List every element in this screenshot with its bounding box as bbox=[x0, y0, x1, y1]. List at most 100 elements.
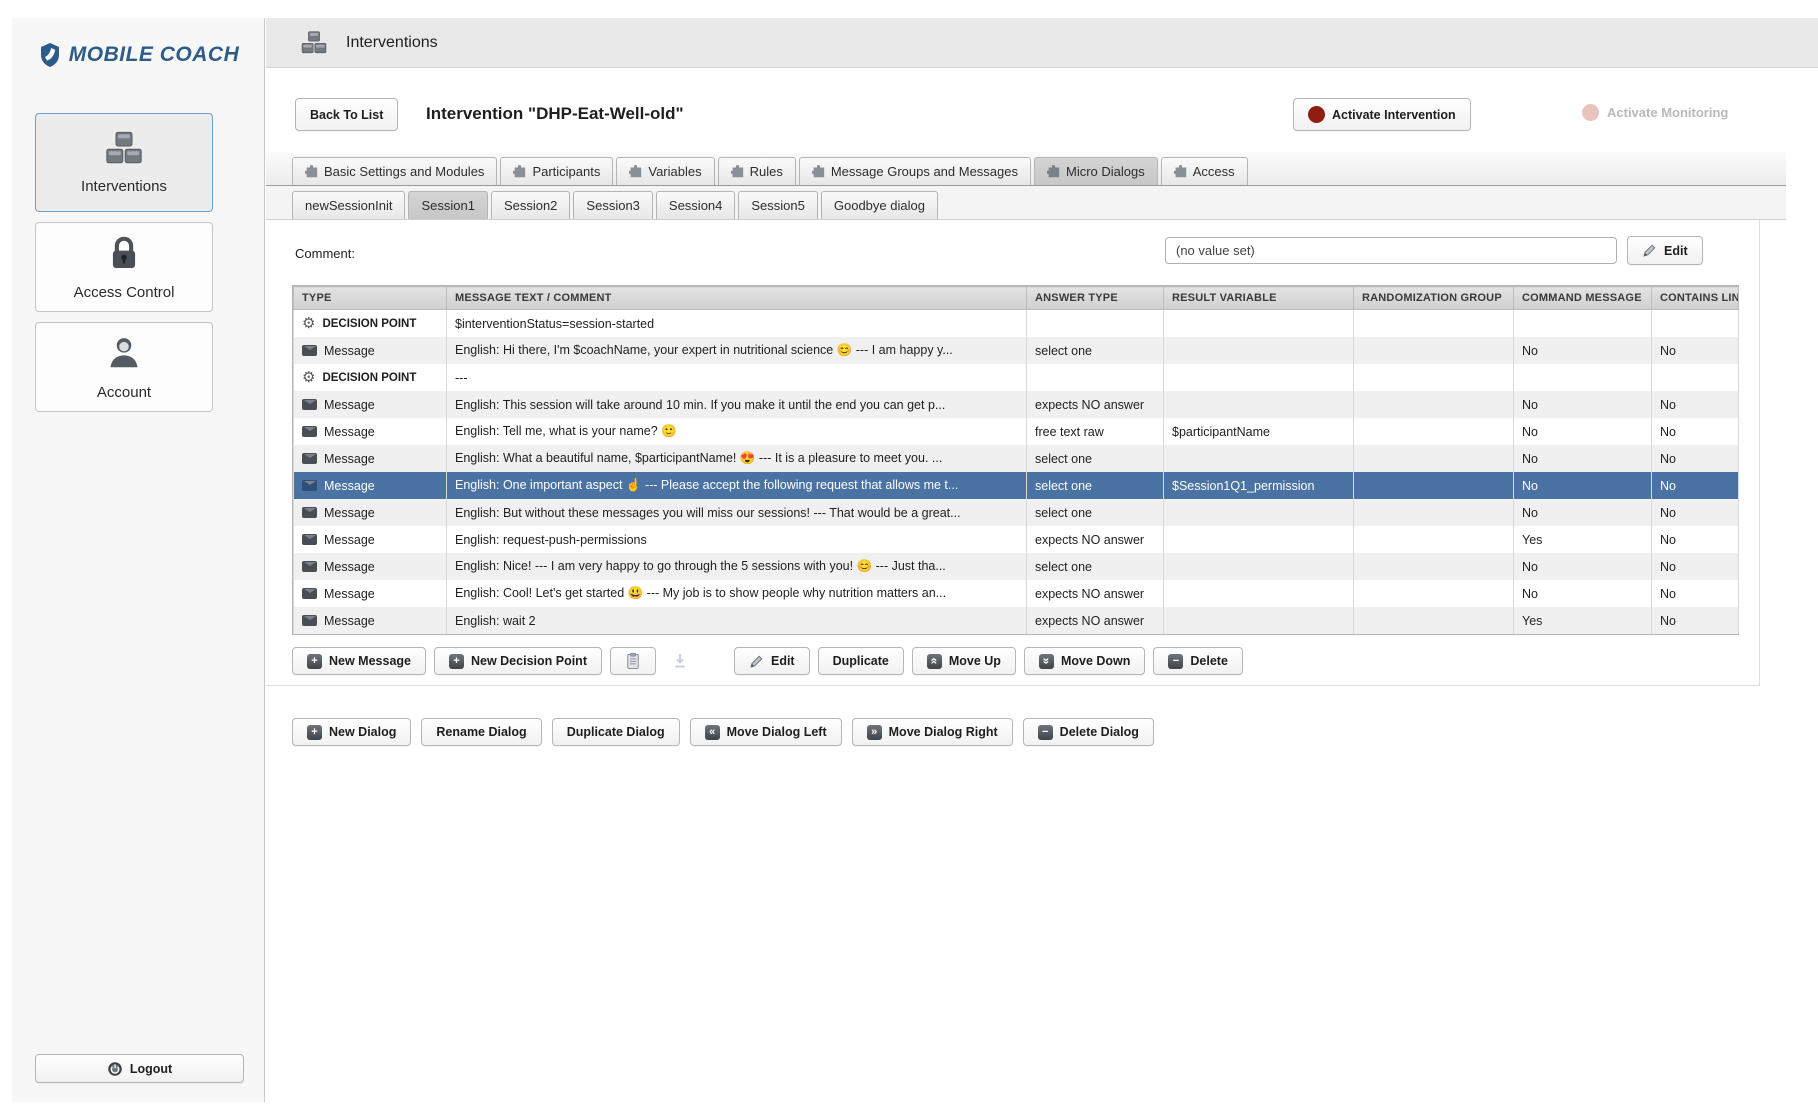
gear-icon: ⚙ bbox=[302, 369, 316, 386]
tab-message-groups-and-messages[interactable]: Message Groups and Messages bbox=[798, 157, 1031, 185]
puzzle-icon bbox=[629, 165, 642, 178]
minus-icon: − bbox=[1037, 724, 1053, 740]
envelope-icon bbox=[302, 453, 317, 464]
new-dialog-button[interactable]: + New Dialog bbox=[292, 718, 412, 746]
plus-icon: + bbox=[307, 653, 322, 669]
tab-rules[interactable]: Rules bbox=[717, 157, 796, 185]
delete-dialog-button[interactable]: − Delete Dialog bbox=[1022, 718, 1154, 746]
table-row[interactable]: ⚙ DECISION POINT --- bbox=[293, 364, 1739, 391]
table-row[interactable]: Message English: Hi there, I'm $coachNam… bbox=[293, 337, 1739, 364]
envelope-icon bbox=[302, 561, 317, 572]
comment-value-field: (no value set) bbox=[1165, 237, 1617, 264]
duplicate-dialog-button[interactable]: Duplicate Dialog bbox=[551, 718, 680, 746]
gear-icon: ⚙ bbox=[302, 315, 316, 332]
activate-intervention-button[interactable]: Activate Intervention bbox=[1293, 98, 1471, 131]
envelope-icon bbox=[302, 615, 317, 626]
comment-label: Comment: bbox=[295, 246, 355, 261]
session-tab-session3[interactable]: Session3 bbox=[573, 191, 653, 219]
back-to-list-button[interactable]: Back To List bbox=[295, 98, 399, 131]
sidebar-item-label: Access Control bbox=[73, 283, 175, 301]
table-row-selected[interactable]: Message English: One important aspect ☝ … bbox=[293, 472, 1739, 499]
main-area: Interventions Back To List Intervention … bbox=[266, 18, 1818, 1102]
lock-icon bbox=[112, 236, 136, 268]
puzzle-icon bbox=[305, 165, 318, 178]
tab-participants[interactable]: Participants bbox=[500, 157, 614, 185]
new-decision-point-button[interactable]: + New Decision Point bbox=[433, 647, 602, 675]
session-tab-session4[interactable]: Session4 bbox=[655, 191, 736, 219]
table-row[interactable]: Message English: Nice! --- I am very hap… bbox=[293, 553, 1739, 580]
move-up-button[interactable]: « Move Up bbox=[911, 647, 1016, 675]
envelope-icon bbox=[302, 507, 317, 518]
delete-button[interactable]: − Delete bbox=[1153, 647, 1243, 675]
tab-access[interactable]: Access bbox=[1160, 157, 1248, 185]
tab-micro-dialogs[interactable]: Micro Dialogs bbox=[1034, 157, 1158, 185]
app-logo: MOBILE COACH bbox=[12, 42, 264, 68]
table-row[interactable]: Message English: request-push-permission… bbox=[293, 526, 1739, 553]
blocks-icon bbox=[301, 31, 327, 54]
move-down-button[interactable]: » Move Down bbox=[1023, 647, 1146, 675]
sidebar-item-label: Interventions bbox=[81, 178, 167, 195]
col-contains: CONTAINS LINK bbox=[1651, 286, 1739, 310]
session-tab-session1[interactable]: Session1 bbox=[408, 191, 488, 219]
table-row[interactable]: Message English: What a beautiful name, … bbox=[293, 445, 1739, 472]
chevron-down-icon: » bbox=[1038, 653, 1054, 669]
pencil-icon bbox=[1643, 244, 1656, 257]
activate-monitoring-button: Activate Monitoring bbox=[1582, 104, 1728, 121]
envelope-icon bbox=[302, 399, 317, 410]
puzzle-icon bbox=[1047, 165, 1060, 178]
status-dot-icon bbox=[1582, 104, 1599, 121]
table-row[interactable]: Message English: But without these messa… bbox=[293, 499, 1739, 526]
tab-basic-settings-and-modules[interactable]: Basic Settings and Modules bbox=[292, 157, 498, 185]
mobile-coach-logo-icon bbox=[40, 43, 59, 67]
session-tab-session5[interactable]: Session5 bbox=[738, 191, 818, 219]
sidebar-item-account[interactable]: Account bbox=[35, 322, 213, 412]
move-dialog-right-button[interactable]: » Move Dialog Right bbox=[851, 718, 1013, 746]
main-tab-bar: Basic Settings and Modules Participants … bbox=[266, 152, 1786, 186]
minus-icon: − bbox=[1168, 653, 1184, 669]
table-row[interactable]: Message English: This session will take … bbox=[293, 391, 1739, 418]
dialog-toolbar: + New Dialog Rename Dialog Duplicate Dia… bbox=[292, 718, 1154, 746]
new-message-button[interactable]: + New Message bbox=[292, 647, 426, 675]
blocks-icon bbox=[106, 131, 142, 164]
rename-dialog-button[interactable]: Rename Dialog bbox=[421, 718, 542, 746]
session-tab-bar: newSessionInit Session1 Session2 Session… bbox=[266, 186, 1786, 220]
plus-icon: + bbox=[448, 653, 464, 669]
puzzle-icon bbox=[1173, 165, 1186, 178]
sidebar: MOBILE COACH Interventions Access Contro… bbox=[12, 18, 265, 1102]
page-title: Interventions bbox=[346, 33, 438, 51]
puzzle-icon bbox=[811, 165, 825, 178]
col-type: TYPE bbox=[293, 286, 447, 310]
app-logo-text: MOBILE COACH bbox=[68, 43, 240, 66]
table-row[interactable]: ⚙ DECISION POINT $interventionStatus=sess… bbox=[293, 309, 1739, 337]
col-answer-type: ANSWER TYPE bbox=[1026, 286, 1164, 310]
table-row[interactable]: Message English: wait 2 expects NO answe… bbox=[293, 607, 1739, 634]
session-tab-session2[interactable]: Session2 bbox=[490, 191, 571, 219]
comment-edit-button[interactable]: Edit bbox=[1627, 236, 1703, 265]
sidebar-item-interventions[interactable]: Interventions bbox=[35, 113, 213, 212]
chevrons-left-icon: « bbox=[704, 724, 720, 740]
logout-button[interactable]: Logout bbox=[35, 1054, 244, 1083]
move-dialog-left-button[interactable]: « Move Dialog Left bbox=[689, 718, 842, 746]
duplicate-button[interactable]: Duplicate bbox=[817, 647, 904, 675]
session-tab-goodbye-dialog[interactable]: Goodbye dialog bbox=[820, 191, 938, 219]
envelope-icon bbox=[302, 534, 317, 545]
col-message-text: MESSAGE TEXT / COMMENT bbox=[446, 286, 1027, 310]
envelope-icon bbox=[302, 480, 317, 491]
envelope-icon bbox=[302, 345, 317, 356]
envelope-icon bbox=[302, 426, 317, 437]
tab-variables[interactable]: Variables bbox=[616, 157, 715, 185]
session-tab-newsessioninit[interactable]: newSessionInit bbox=[292, 191, 406, 219]
sidebar-item-label: Account bbox=[96, 383, 152, 401]
copy-button[interactable] bbox=[609, 647, 656, 675]
col-result-variable: RESULT VARIABLE bbox=[1163, 286, 1354, 310]
col-command-message: COMMAND MESSAGE bbox=[1513, 286, 1652, 310]
table-row[interactable]: Message English: Cool! Let's get started… bbox=[293, 580, 1739, 607]
table-row[interactable]: Message English: Tell me, what is your n… bbox=[293, 418, 1739, 445]
sidebar-item-access-control[interactable]: Access Control bbox=[35, 222, 213, 312]
pencil-icon bbox=[750, 655, 763, 668]
chevrons-right-icon: » bbox=[866, 724, 882, 740]
power-icon bbox=[108, 1061, 122, 1076]
puzzle-icon bbox=[513, 165, 526, 178]
top-bar: Interventions bbox=[266, 18, 1818, 68]
edit-message-button[interactable]: Edit bbox=[733, 647, 810, 675]
